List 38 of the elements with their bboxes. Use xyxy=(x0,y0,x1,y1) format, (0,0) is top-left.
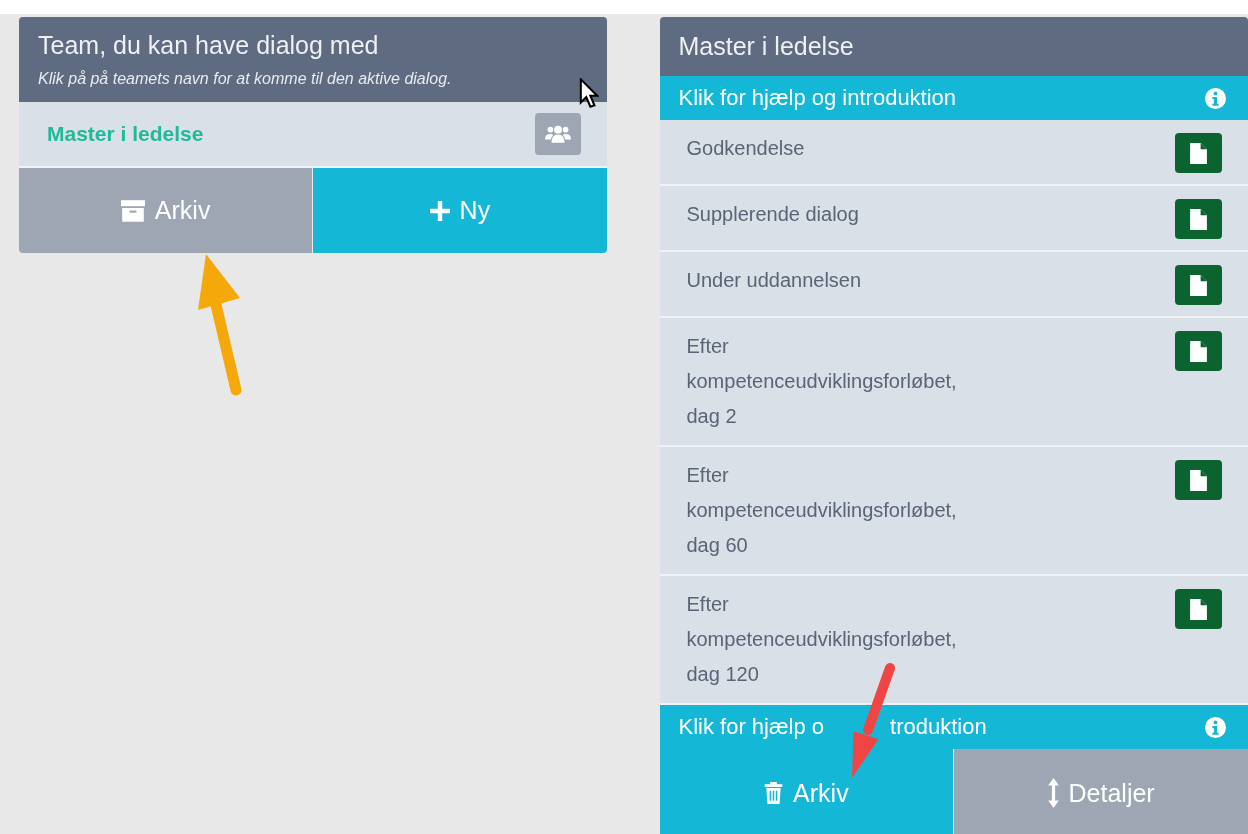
document-icon xyxy=(1190,208,1207,230)
archive-button[interactable]: Arkiv xyxy=(659,749,954,834)
archive-box-icon xyxy=(120,199,145,222)
document-button[interactable] xyxy=(1175,331,1222,371)
info-icon xyxy=(1205,87,1226,109)
document-icon xyxy=(1190,274,1207,296)
team-link[interactable]: Master i ledelse xyxy=(47,122,204,146)
dialog-item-label[interactable]: Efter kompetenceudviklingsforløbet, dag 120 xyxy=(686,587,987,692)
document-button[interactable] xyxy=(1175,460,1222,500)
plus-icon xyxy=(429,200,450,221)
dialog-item-label[interactable]: Godkendelse xyxy=(686,131,805,166)
new-button[interactable]: Ny xyxy=(312,168,607,253)
document-button[interactable] xyxy=(1175,265,1222,305)
info-icon xyxy=(1205,716,1226,738)
group-icon xyxy=(544,124,571,144)
archive-button[interactable]: Arkiv xyxy=(19,168,313,253)
hint-text: Klik på på teamets navn for at komme til den aktive dialog. xyxy=(38,70,453,88)
document-button[interactable] xyxy=(1175,589,1222,629)
panel-title: Master i ledelse xyxy=(678,32,855,61)
document-icon xyxy=(1190,142,1207,164)
dialog-item-label[interactable]: Under uddannelsen xyxy=(686,263,862,298)
document-icon xyxy=(1190,340,1207,362)
document-icon xyxy=(1190,469,1207,491)
document-button[interactable] xyxy=(1175,199,1222,239)
details-button[interactable]: Detaljer xyxy=(953,749,1248,834)
dialog-item-label[interactable]: Efter kompetenceudviklingsforløbet, dag 2 xyxy=(686,329,987,434)
help-text: Klik for hjælp o xyxy=(678,714,824,740)
trash-icon xyxy=(764,782,784,804)
mouse-pointer-icon xyxy=(579,78,599,108)
document-button[interactable] xyxy=(1175,133,1222,173)
document-icon xyxy=(1190,598,1207,620)
vertical-arrows-icon xyxy=(1047,778,1059,808)
panel-title: Team, du kan have dialog med xyxy=(38,31,380,60)
help-bar[interactable]: Klik for hjælp og introduktion xyxy=(659,76,1248,120)
help-text: troduktion xyxy=(890,714,987,740)
help-bar[interactable]: Klik for hjælp o troduktion xyxy=(659,705,1248,749)
dialog-item-label[interactable]: Supplerende dialog xyxy=(686,197,859,232)
dialog-item-label[interactable]: Efter kompetenceudviklingsforløbet, dag 60 xyxy=(686,458,987,563)
